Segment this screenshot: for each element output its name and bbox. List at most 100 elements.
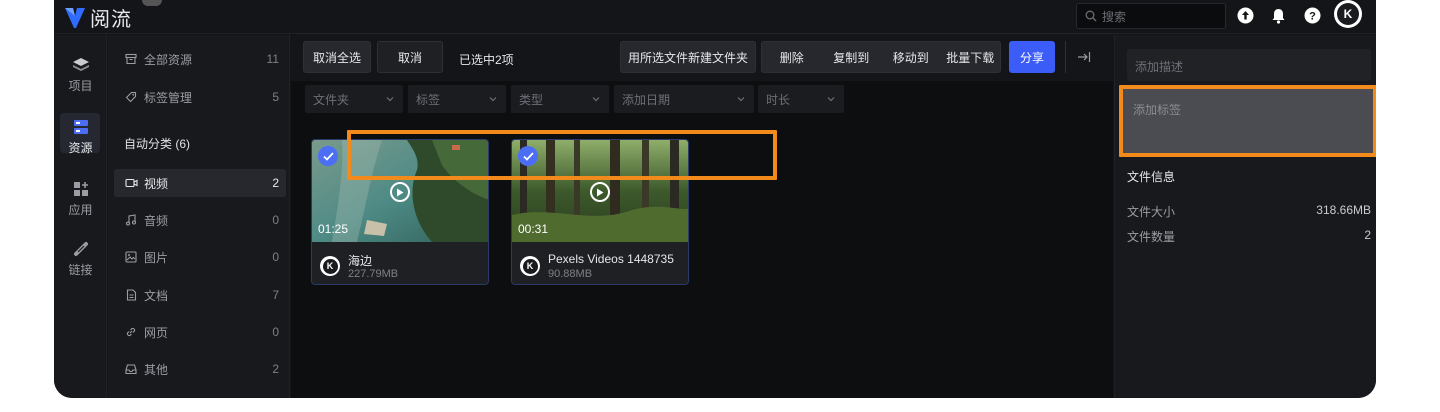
file-size-row: 文件大小 318.66MB (1127, 203, 1371, 220)
file-size: 90.88MB (548, 268, 593, 280)
cancel-button[interactable]: 取消 (377, 41, 443, 73)
sidebar-item-label: 全部资源 (144, 52, 193, 67)
upload-icon (1237, 7, 1254, 24)
avatar-initial: K (1337, 3, 1359, 25)
sidebar-item-webpage[interactable]: 网页 0 (114, 318, 286, 346)
file-size: 227.79MB (348, 268, 399, 280)
rail-item-projects[interactable]: 项目 (54, 55, 107, 94)
sidebar-item-count: 2 (272, 362, 279, 376)
avatar: K (520, 256, 540, 276)
rail-item-links[interactable]: 链接 (54, 239, 107, 278)
sidebar-item-tag-manage[interactable]: 标签管理 5 (114, 83, 286, 111)
image-icon (124, 250, 138, 264)
filter-label: 标签 (416, 92, 441, 107)
info-label: 文件数量 (1127, 230, 1176, 244)
inbox-icon (124, 362, 138, 376)
selected-check-icon[interactable] (318, 146, 338, 166)
sidebar-item-audio[interactable]: 音频 0 (114, 206, 286, 234)
sidebar-item-all-resources[interactable]: 全部资源 11 (114, 45, 286, 73)
play-icon[interactable] (390, 182, 410, 202)
sidebar-item-count: 0 (272, 325, 279, 339)
move-to-button[interactable]: 移动到 (881, 42, 941, 72)
batch-download-button[interactable]: 批量下载 (941, 42, 1001, 72)
highlight-box-selection (347, 130, 777, 180)
help-icon: ? (1304, 7, 1321, 24)
app-logo[interactable]: 阅流 (64, 3, 132, 32)
filter-duration[interactable]: 时长 (758, 85, 844, 113)
rail-label: 应用 (68, 203, 93, 217)
sidebar-item-label: 音频 (144, 213, 169, 228)
chevron-down-icon (592, 97, 600, 102)
info-value: 318.66MB (1316, 203, 1371, 217)
description-input[interactable]: 添加描述 (1127, 49, 1371, 81)
sidebar-item-label: 视频 (144, 176, 169, 191)
help-button[interactable]: ? (1304, 7, 1321, 24)
collapse-panel-icon[interactable] (1077, 50, 1091, 64)
info-label: 文件大小 (1127, 205, 1176, 219)
search-input[interactable]: 搜索 (1076, 3, 1226, 29)
sidebar-item-count: 0 (272, 213, 279, 227)
avatar: K (320, 256, 340, 276)
rail-label: 链接 (68, 263, 93, 277)
file-name: 海边 (348, 254, 373, 268)
file-count-row: 文件数量 2 (1127, 228, 1371, 245)
sidebar-item-video[interactable]: 视频 2 (114, 169, 286, 197)
sidebar-item-label: 图片 (144, 250, 169, 265)
resources-icon (71, 117, 91, 137)
new-folder-from-selection-button[interactable]: 用所选文件新建文件夹 (620, 41, 756, 73)
delete-button[interactable]: 删除 (762, 42, 822, 72)
notifications-button[interactable] (1270, 7, 1287, 24)
chevron-down-icon (386, 97, 394, 102)
logo-icon (65, 7, 85, 28)
sidebar-item-label: 标签管理 (144, 90, 193, 105)
filter-tag[interactable]: 标签 (408, 85, 506, 113)
deselect-all-button[interactable]: 取消全选 (303, 41, 371, 73)
sidebar-item-label: 文档 (144, 288, 169, 303)
link-icon (124, 325, 138, 339)
music-icon (124, 213, 138, 227)
avatar-initial: K (322, 258, 338, 274)
sidebar-item-count: 2 (272, 176, 279, 190)
top-bar: 阅流 搜索 ? K (54, 0, 1376, 34)
rail-item-apps[interactable]: 应用 (54, 179, 107, 218)
layers-icon (71, 55, 91, 75)
filter-label: 时长 (766, 92, 791, 107)
auto-category-header: 自动分类 (6) (124, 137, 191, 151)
selected-count-text: 已选中2项 (459, 53, 514, 67)
sidebar-item-count: 11 (266, 52, 279, 66)
share-button[interactable]: 分享 (1009, 41, 1055, 73)
rail-item-resources[interactable]: 资源 (54, 113, 107, 156)
details-panel: 添加描述 添加标签 文件信息 文件大小 318.66MB 文件数量 2 (1114, 35, 1376, 398)
avatar-initial: K (522, 258, 538, 274)
main-content: 取消全选 取消 已选中2项 用所选文件新建文件夹 删除 复制到 移动到 批量下载… (291, 35, 1113, 398)
filter-date-added[interactable]: 添加日期 (614, 85, 754, 113)
rail-label: 项目 (68, 79, 93, 93)
document-icon (124, 288, 138, 302)
upload-button[interactable] (1237, 7, 1254, 24)
apps-icon (71, 179, 91, 199)
filter-folder[interactable]: 文件夹 (305, 85, 403, 113)
play-icon[interactable] (590, 182, 610, 202)
file-name: Pexels Videos 1448735 (548, 252, 674, 266)
filter-type[interactable]: 类型 (511, 85, 609, 113)
video-duration: 00:31 (518, 222, 549, 236)
sidebar-item-label: 其他 (144, 362, 169, 377)
app-window: 阅流 搜索 ? K 项目 资源 应用 链接 全部资源 11 标签管理 5 自动分… (54, 0, 1376, 398)
rail-label: 资源 (68, 141, 93, 155)
chevron-down-icon (737, 97, 745, 102)
copy-to-button[interactable]: 复制到 (822, 42, 882, 72)
sidebar-item-other[interactable]: 其他 2 (114, 355, 286, 383)
sidebar-item-image[interactable]: 图片 0 (114, 243, 286, 271)
chevron-down-icon (827, 97, 835, 102)
svg-text:?: ? (1309, 11, 1316, 23)
video-duration: 01:25 (318, 222, 349, 236)
archive-icon (124, 52, 138, 66)
user-avatar[interactable]: K (1334, 0, 1362, 28)
selection-toolbar: 取消全选 取消 已选中2项 用所选文件新建文件夹 删除 复制到 移动到 批量下载… (291, 35, 1113, 81)
sidebar-item-label: 网页 (144, 325, 169, 340)
file-info-title: 文件信息 (1127, 170, 1176, 184)
sidebar-item-document[interactable]: 文档 7 (114, 281, 286, 309)
sidebar-item-count: 7 (272, 288, 279, 302)
search-placeholder: 搜索 (1102, 9, 1127, 24)
filter-label: 类型 (519, 92, 544, 107)
